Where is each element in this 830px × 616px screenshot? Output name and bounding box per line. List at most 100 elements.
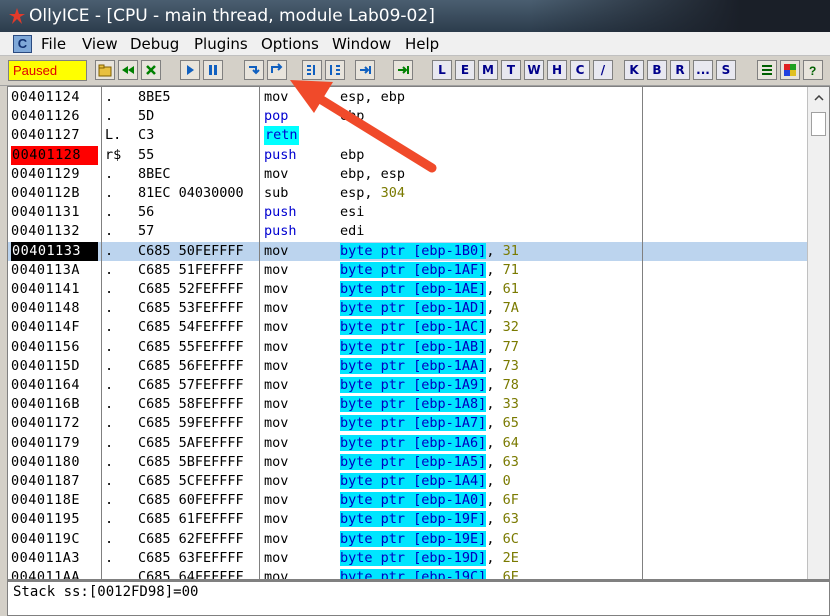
go-to-icon[interactable] [393, 60, 413, 80]
operand-immediate: 6F [502, 492, 519, 509]
disassembly-row[interactable]: 0040115D. C685 56FEFFFF mov byte ptr [ebp-1… [8, 357, 808, 376]
disassembly-row[interactable]: 00401133. C685 50FEFFFF mov byte ptr [ebp-1… [8, 241, 808, 261]
patches-window-button[interactable]: / [593, 60, 613, 80]
cpu-window-button[interactable]: C [570, 60, 590, 80]
disassembly-row[interactable]: 0040113A. C685 51FEFFFF mov byte ptr [ebp-1… [8, 261, 808, 280]
disassembly-row[interactable]: 00401132. 57 push edi [8, 222, 808, 241]
operand-register: ebp, esp [340, 165, 406, 182]
disassembly-row[interactable]: 00401148. C685 53FEFFFF mov byte ptr [ebp-1… [8, 299, 808, 318]
disassembly-row[interactable]: 004011A3. C685 63FEFFFF mov byte ptr [ebp-1… [8, 549, 808, 568]
menu-options[interactable]: Options [261, 35, 319, 53]
row-mnemonic: push [264, 204, 297, 221]
menu-view[interactable]: View [82, 35, 118, 53]
disassembly-pane[interactable]: 00401124. 8BE5 mov esp, ebp 00401126. 5D pop eb… [7, 86, 830, 580]
hex-column-divider[interactable] [259, 87, 260, 579]
references-window-button[interactable]: R [670, 60, 690, 80]
comment-column-divider[interactable] [642, 87, 643, 579]
row-hex-dump: C685 5BFEFFFF [138, 453, 244, 470]
row-hex-dump: 8BEC [138, 165, 171, 182]
row-mnemonic: mov [264, 281, 289, 297]
disassembly-row[interactable]: 0040116B. C685 58FEFFFF mov byte ptr [ebp-1… [8, 395, 808, 414]
close-icon[interactable] [141, 60, 161, 80]
row-hex-dump: C685 60FEFFFF [138, 492, 244, 509]
operand-separator: , [486, 281, 503, 297]
list-icon[interactable] [757, 60, 777, 80]
row-marker: . [105, 492, 114, 509]
trace-over-icon[interactable] [325, 60, 345, 80]
disassembly-row[interactable]: 00401126. 5D pop ebp [8, 107, 808, 126]
disassembly-row[interactable]: 0040119C. C685 62FEFFFF mov byte ptr [ebp-1… [8, 530, 808, 549]
breakpoints-window-button[interactable]: B [647, 60, 667, 80]
source-window-button[interactable]: S [716, 60, 736, 80]
row-address: 00401148 [11, 300, 81, 317]
operand-separator: , [486, 453, 503, 470]
menu-help[interactable]: Help [405, 35, 439, 53]
row-marker: . [105, 300, 114, 317]
row-hex-dump: 8BE5 [138, 89, 171, 105]
address-column-divider[interactable] [101, 87, 102, 579]
operand-immediate: 71 [502, 261, 519, 278]
windows-window-button[interactable]: W [524, 60, 544, 80]
row-operands: byte ptr [ebp-1A9], 78 [340, 376, 519, 395]
run-trace-window-button[interactable]: ... [693, 60, 713, 80]
scroll-thumb[interactable] [811, 112, 826, 136]
operand-memory-ref: byte ptr [ebp-1AA] [340, 357, 487, 374]
execute-till-return-icon[interactable] [355, 60, 375, 80]
disassembly-row[interactable]: 00401187. C685 5CFEFFFF mov byte ptr [ebp-1… [8, 472, 808, 491]
call-stack-window-button[interactable]: K [624, 60, 644, 80]
row-address: 00401195 [11, 511, 81, 528]
menu-file[interactable]: File [41, 35, 66, 53]
operand-memory-ref: byte ptr [ebp-19F] [340, 511, 487, 528]
pause-icon[interactable] [203, 60, 223, 80]
disassembly-row[interactable]: 0040112B. 81EC 04030000 sub esp, 304 [8, 184, 808, 203]
help-icon[interactable]: ? [803, 60, 823, 80]
disassembly-row[interactable]: 004011AA. C685 64FEFFFF mov byte ptr [ebp-1… [8, 568, 808, 579]
operand-separator: , [486, 338, 503, 355]
title-bar: OllyICE - [CPU - main thread, module Lab… [0, 0, 830, 32]
disassembly-row[interactable]: 00401129. 8BEC mov ebp, esp [8, 165, 808, 184]
modules-window-button[interactable]: E [455, 60, 475, 80]
disassembly-row[interactable]: 00401195. C685 61FEFFFF mov byte ptr [ebp-1… [8, 510, 808, 529]
row-operands: byte ptr [ebp-19C], 6E [340, 568, 519, 579]
threads-window-button[interactable]: T [501, 60, 521, 80]
run-icon[interactable] [180, 60, 200, 80]
step-over-icon[interactable] [267, 60, 287, 80]
open-icon[interactable] [95, 60, 115, 80]
row-mnemonic: mov [264, 415, 289, 432]
disassembly-row[interactable]: 0040118E. C685 60FEFFFF mov byte ptr [ebp-1… [8, 491, 808, 510]
row-marker: . [105, 261, 114, 278]
disassembly-row[interactable]: 00401127 L. C3 retn [8, 126, 808, 146]
step-into-icon[interactable] [244, 60, 264, 80]
trace-into-icon[interactable] [302, 60, 322, 80]
operand-separator: , [486, 434, 503, 451]
disassembly-row[interactable]: 00401128 r$ 55 push ebp [8, 145, 808, 165]
row-mnemonic: mov [264, 338, 289, 355]
operand-memory-ref: byte ptr [ebp-19C] [340, 569, 487, 579]
disassembly-row[interactable]: 00401180. C685 5BFEFFFF mov byte ptr [ebp-1… [8, 453, 808, 472]
log-window-button[interactable]: L [432, 60, 452, 80]
menu-plugins[interactable]: Plugins [194, 35, 248, 53]
row-mnemonic: mov [264, 453, 289, 470]
disassembly-row[interactable]: 00401141. C685 52FEFFFF mov byte ptr [ebp-1… [8, 280, 808, 299]
row-mnemonic: mov [264, 530, 289, 547]
menu-debug[interactable]: Debug [130, 35, 179, 53]
handles-window-button[interactable]: H [547, 60, 567, 80]
cpu-window-icon[interactable]: C [13, 35, 32, 53]
appearance-icon[interactable] [780, 60, 800, 80]
disassembly-row[interactable]: 00401156. C685 55FEFFFF mov byte ptr [ebp-1… [8, 338, 808, 357]
scroll-up-icon[interactable] [810, 89, 827, 106]
disassembly-row[interactable]: 00401124. 8BE5 mov esp, ebp [8, 88, 808, 107]
disassembly-row[interactable]: 00401131. 56 push esi [8, 203, 808, 222]
disassembly-row[interactable]: 00401172. C685 59FEFFFF mov byte ptr [ebp-1… [8, 414, 808, 433]
operand-register: ebp [340, 146, 365, 163]
disassembly-row[interactable]: 0040114F. C685 54FEFFFF mov byte ptr [ebp-1… [8, 318, 808, 337]
disassembly-row[interactable]: 00401179. C685 5AFEFFFF mov byte ptr [ebp-1… [8, 434, 808, 453]
restart-icon[interactable] [118, 60, 138, 80]
menu-window[interactable]: Window [332, 35, 391, 53]
disassembly-row[interactable]: 00401164. C685 57FEFFFF mov byte ptr [ebp-1… [8, 376, 808, 395]
memory-window-button[interactable]: M [478, 60, 498, 80]
vertical-scrollbar[interactable] [807, 87, 829, 579]
row-mnemonic: mov [264, 357, 289, 374]
row-marker: . [105, 415, 114, 432]
row-address: 0040113A [11, 261, 81, 278]
